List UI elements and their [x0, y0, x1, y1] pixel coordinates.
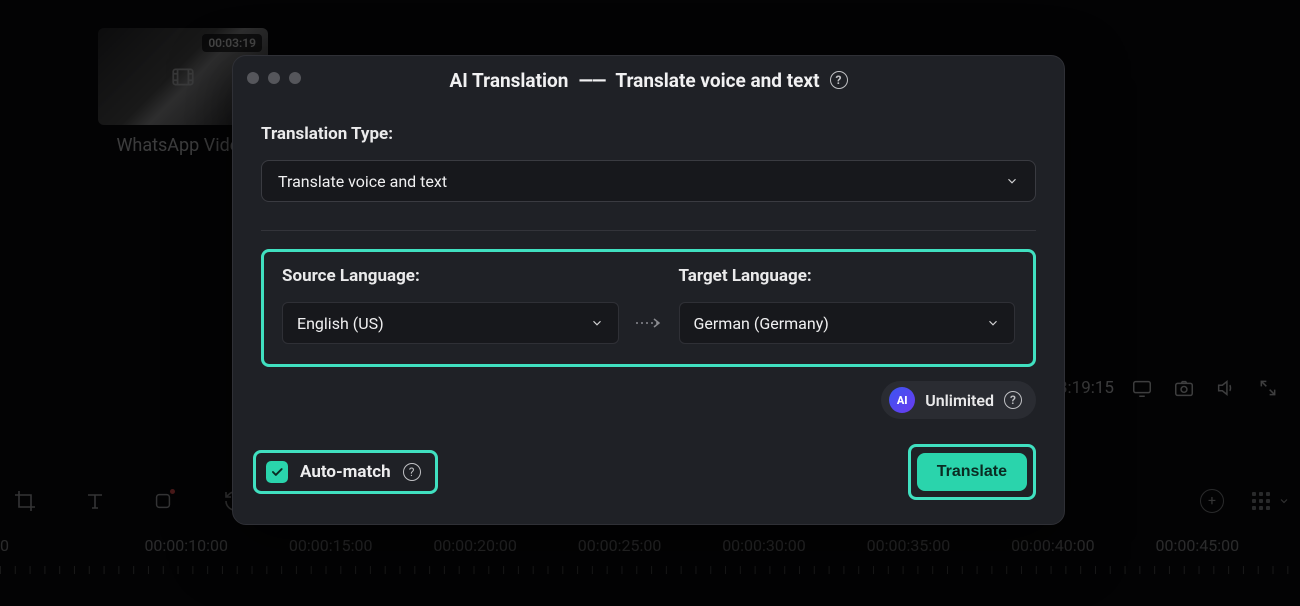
translate-button-highlight: Translate	[908, 444, 1036, 500]
window-controls[interactable]	[247, 72, 301, 84]
language-selection-group: Source Language: Target Language: Englis…	[261, 249, 1036, 367]
unlimited-badge[interactable]: AI Unlimited ?	[881, 381, 1036, 419]
auto-match-checkbox[interactable]	[266, 461, 288, 483]
dialog-titlebar: AI Translation —— Translate voice and te…	[233, 56, 1064, 104]
chevron-down-icon	[1005, 174, 1019, 188]
auto-match-label: Auto-match	[300, 462, 391, 482]
ai-translation-dialog: AI Translation —— Translate voice and te…	[232, 55, 1065, 525]
target-language-select[interactable]: German (Germany)	[679, 302, 1016, 344]
title-dash: ——	[578, 69, 605, 92]
help-icon[interactable]: ?	[830, 71, 848, 89]
chevron-down-icon	[590, 316, 604, 330]
divider	[261, 230, 1036, 231]
dialog-title-b: Translate voice and text	[615, 69, 819, 92]
unlimited-label: Unlimited	[925, 391, 994, 410]
window-zoom-dot[interactable]	[289, 72, 301, 84]
auto-match-option[interactable]: Auto-match ?	[253, 450, 438, 494]
ai-icon: AI	[889, 387, 915, 413]
source-language-select[interactable]: English (US)	[282, 302, 619, 344]
help-icon[interactable]: ?	[1004, 391, 1022, 409]
translation-type-label: Translation Type:	[261, 124, 1036, 144]
target-language-value: German (Germany)	[694, 314, 829, 333]
window-minimize-dot[interactable]	[268, 72, 280, 84]
dialog-title-a: AI Translation	[449, 69, 568, 92]
translation-type-select[interactable]: Translate voice and text	[261, 160, 1036, 202]
source-language-label: Source Language:	[282, 266, 619, 286]
translate-button[interactable]: Translate	[917, 453, 1027, 491]
arrow-right-icon	[629, 317, 669, 329]
window-close-dot[interactable]	[247, 72, 259, 84]
source-language-value: English (US)	[297, 314, 384, 333]
target-language-label: Target Language:	[679, 266, 1016, 286]
help-icon[interactable]: ?	[403, 463, 421, 481]
translation-type-value: Translate voice and text	[278, 172, 447, 191]
chevron-down-icon	[986, 316, 1000, 330]
dialog-title: AI Translation —— Translate voice and te…	[449, 69, 847, 92]
